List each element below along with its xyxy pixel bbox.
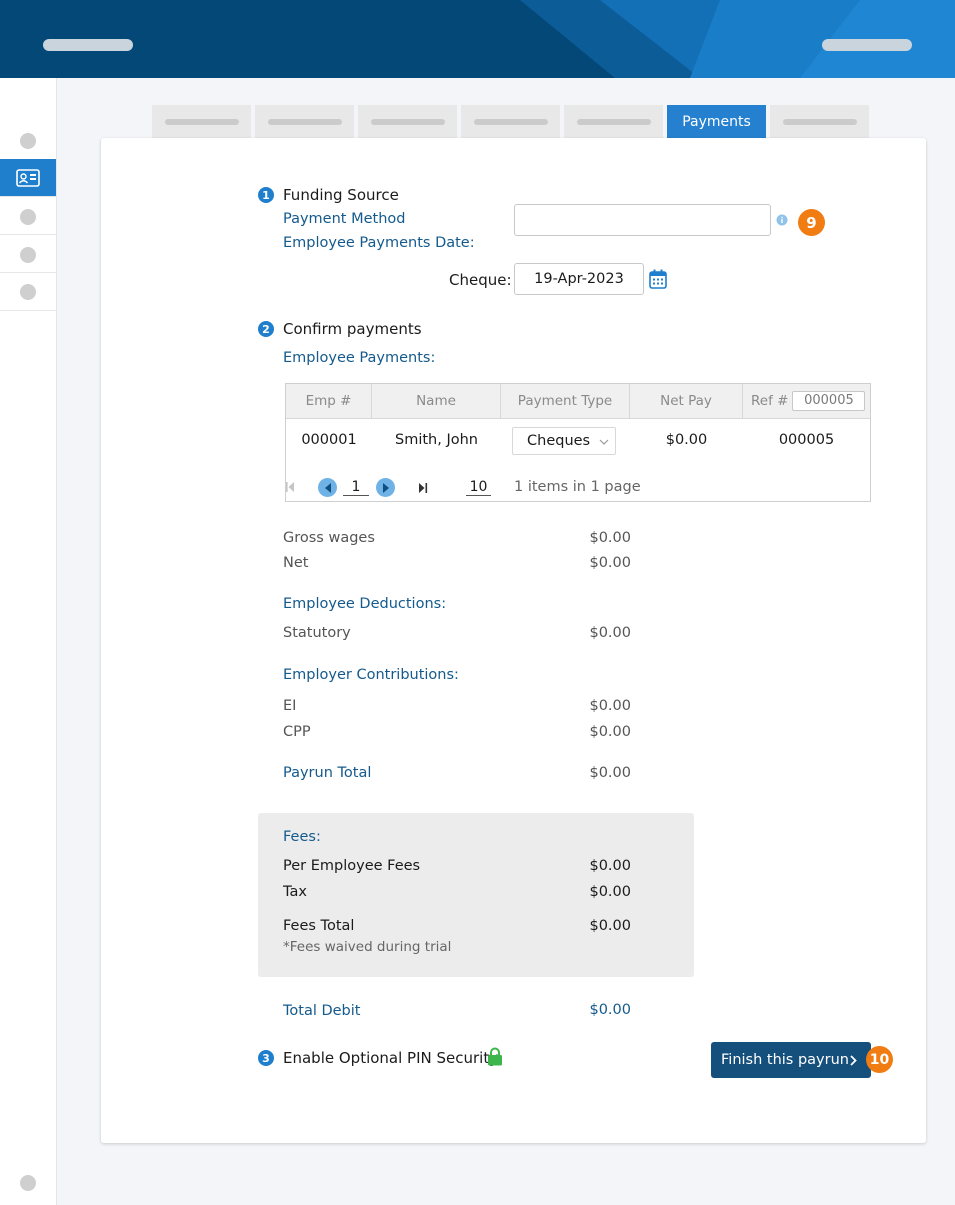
- total-debit-value: $0.00: [589, 1002, 631, 1018]
- fees-heading: Fees:: [283, 829, 321, 845]
- page-size-input[interactable]: 10: [466, 479, 491, 496]
- funding-source-heading: Funding Source: [283, 186, 399, 204]
- sidebar-item-1[interactable]: [20, 133, 36, 149]
- tab-2[interactable]: [255, 105, 354, 138]
- net-label: Net: [283, 555, 309, 571]
- app-logo-placeholder: [43, 39, 133, 51]
- sidebar-item-payroll[interactable]: [0, 159, 56, 196]
- step-number-2: 2: [258, 321, 274, 337]
- column-header-ref-label: Ref #: [751, 393, 789, 409]
- payrun-total-value: $0.00: [589, 765, 631, 781]
- employee-payments-label: Employee Payments:: [283, 350, 436, 366]
- column-header-net-pay[interactable]: Net Pay: [630, 384, 743, 418]
- tax-label: Tax: [283, 884, 307, 900]
- payment-type-value: Cheques: [527, 433, 591, 449]
- cpp-label: CPP: [283, 724, 311, 740]
- prev-page-icon: [324, 482, 331, 493]
- ei-value: $0.00: [589, 698, 631, 714]
- chevron-down-icon: [599, 439, 609, 445]
- callout-badge-10: 10: [866, 1046, 893, 1073]
- pager-info: 1 items in 1 page: [514, 479, 641, 495]
- sidebar: [0, 78, 57, 1205]
- column-header-payment-type[interactable]: Payment Type: [501, 384, 630, 418]
- last-page-icon[interactable]: [419, 483, 428, 493]
- gross-wages-label: Gross wages: [283, 530, 375, 546]
- tab-1[interactable]: [152, 105, 251, 138]
- payment-type-select[interactable]: Cheques: [512, 427, 616, 455]
- statutory-label: Statutory: [283, 625, 351, 641]
- cell-emp: 000001: [301, 432, 357, 448]
- statutory-value: $0.00: [589, 625, 631, 641]
- column-header-name[interactable]: Name: [372, 384, 501, 418]
- cheque-date-input[interactable]: 19-Apr-2023: [514, 263, 644, 295]
- sidebar-item-4[interactable]: [20, 247, 36, 263]
- step-number-3: 3: [258, 1050, 274, 1066]
- prev-page-button[interactable]: [318, 478, 337, 497]
- column-header-ref: Ref # 000005: [743, 384, 870, 418]
- employer-contributions-heading: Employer Contributions:: [283, 667, 459, 683]
- confirm-payments-heading: Confirm payments: [283, 320, 422, 338]
- payrun-total-label: Payrun Total: [283, 765, 372, 781]
- tab-3[interactable]: [358, 105, 457, 138]
- employee-deductions-heading: Employee Deductions:: [283, 596, 447, 612]
- user-menu-placeholder[interactable]: [822, 39, 912, 51]
- header-decoration: [520, 0, 955, 78]
- callout-badge-9: 9: [798, 209, 825, 236]
- tab-4[interactable]: [461, 105, 560, 138]
- ei-label: EI: [283, 698, 297, 714]
- tab-5[interactable]: [564, 105, 663, 138]
- grid-header: Emp # Name Payment Type Net Pay Ref # 00…: [286, 384, 870, 419]
- employee-payments-grid: Emp # Name Payment Type Net Pay Ref # 00…: [285, 383, 871, 502]
- cpp-value: $0.00: [589, 724, 631, 740]
- payment-method-label: Payment Method: [283, 211, 406, 227]
- payments-date-label: Employee Payments Date:: [283, 235, 475, 251]
- id-card-icon: [16, 168, 40, 187]
- fees-panel: Fees: Per Employee Fees $0.00 Tax $0.00 …: [258, 813, 694, 977]
- fees-waived-note: *Fees waived during trial: [283, 939, 452, 955]
- column-header-emp[interactable]: Emp #: [286, 384, 372, 418]
- cheque-label: Cheque:: [449, 271, 512, 289]
- sidebar-item-bottom[interactable]: [20, 1175, 36, 1191]
- tax-value: $0.00: [589, 884, 631, 900]
- cell-ref: 000005: [778, 432, 835, 448]
- fees-total-value: $0.00: [589, 918, 631, 934]
- cell-net-pay: $0.00: [665, 432, 708, 448]
- next-page-button[interactable]: [376, 478, 395, 497]
- tab-payments[interactable]: Payments: [667, 105, 766, 138]
- info-icon[interactable]: [776, 214, 788, 226]
- fees-total-label: Fees Total: [283, 918, 355, 934]
- calendar-icon[interactable]: [649, 269, 667, 289]
- next-page-icon: [382, 482, 389, 493]
- payment-method-input[interactable]: [514, 204, 771, 236]
- payments-card: 1 Funding Source Payment Method Employee…: [101, 138, 926, 1143]
- step-number-1: 1: [258, 187, 274, 203]
- first-page-icon[interactable]: [286, 482, 295, 492]
- tab-7[interactable]: [770, 105, 869, 138]
- chevron-right-icon: [850, 1055, 857, 1066]
- sidebar-item-3[interactable]: [20, 209, 36, 225]
- top-header: [0, 0, 955, 78]
- total-debit-label: Total Debit: [283, 1003, 361, 1019]
- per-employee-fees-label: Per Employee Fees: [283, 858, 421, 874]
- ref-start-input[interactable]: 000005: [792, 391, 866, 411]
- gross-wages-value: $0.00: [589, 530, 631, 546]
- per-employee-fees-value: $0.00: [589, 858, 631, 874]
- net-value: $0.00: [589, 555, 631, 571]
- cell-name: Smith, John: [395, 432, 478, 448]
- enable-pin-security-label[interactable]: Enable Optional PIN Security: [283, 1049, 498, 1067]
- lock-icon[interactable]: [487, 1047, 503, 1066]
- page-number[interactable]: 1: [343, 479, 369, 496]
- sidebar-item-5[interactable]: [20, 284, 36, 300]
- finish-payrun-label: Finish this payrun: [721, 1052, 849, 1068]
- finish-payrun-button[interactable]: Finish this payrun: [711, 1042, 871, 1078]
- step-tabs: Payments: [152, 105, 873, 138]
